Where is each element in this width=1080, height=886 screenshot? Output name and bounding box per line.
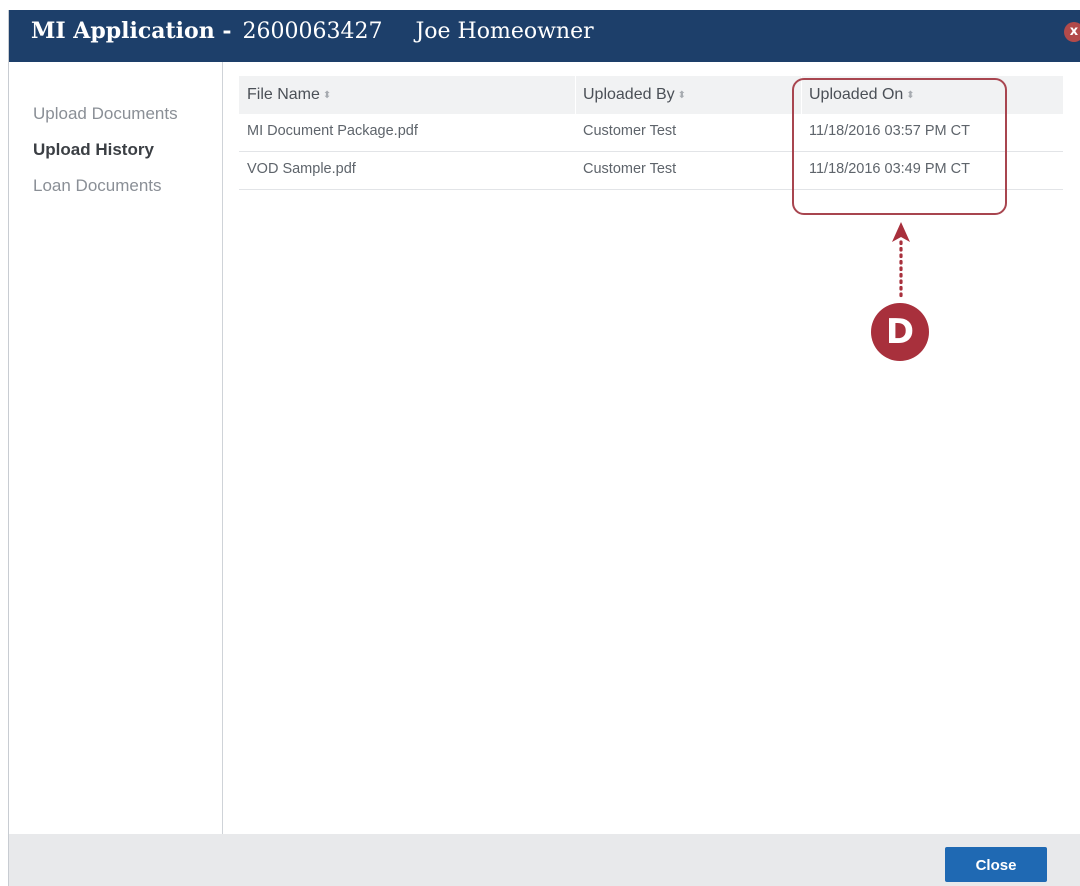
sidebar-item-upload-history[interactable]: Upload History <box>33 140 154 160</box>
column-divider <box>575 76 576 114</box>
column-header-uploaded-by[interactable]: Uploaded By ⬍ <box>583 76 686 114</box>
sidebar-item-loan-documents[interactable]: Loan Documents <box>33 176 162 196</box>
dialog-title: MI Application - 2600063427 Joe Homeowne… <box>31 10 594 62</box>
cell-uploaded-by: Customer Test <box>583 123 677 139</box>
title-app-name: MI Application - <box>31 18 232 44</box>
close-button[interactable]: Close <box>945 847 1047 882</box>
sort-icon[interactable]: ⬍ <box>323 90 331 101</box>
close-icon[interactable]: x <box>1064 22 1080 42</box>
sort-icon[interactable]: ⬍ <box>678 90 686 101</box>
cell-uploaded-by: Customer Test <box>583 161 677 177</box>
annotation-badge: D <box>871 303 929 361</box>
dialog-footer: Close <box>9 834 1080 886</box>
sidebar: Upload Documents Upload History Loan Doc… <box>9 62 223 834</box>
annotation-arrow-icon <box>892 222 910 302</box>
cell-file-name: VOD Sample.pdf <box>247 161 356 177</box>
title-borrower-name: Joe Homeowner <box>415 19 594 44</box>
title-application-number: 2600063427 <box>242 19 383 44</box>
column-header-label: File Name <box>247 86 320 103</box>
sidebar-item-upload-documents[interactable]: Upload Documents <box>33 104 178 124</box>
column-header-label: Uploaded By <box>583 86 675 103</box>
dialog-titlebar: MI Application - 2600063427 Joe Homeowne… <box>9 10 1080 62</box>
cell-file-name: MI Document Package.pdf <box>247 123 418 139</box>
column-header-file-name[interactable]: File Name ⬍ <box>247 76 331 114</box>
annotation-highlight-box <box>792 78 1007 215</box>
